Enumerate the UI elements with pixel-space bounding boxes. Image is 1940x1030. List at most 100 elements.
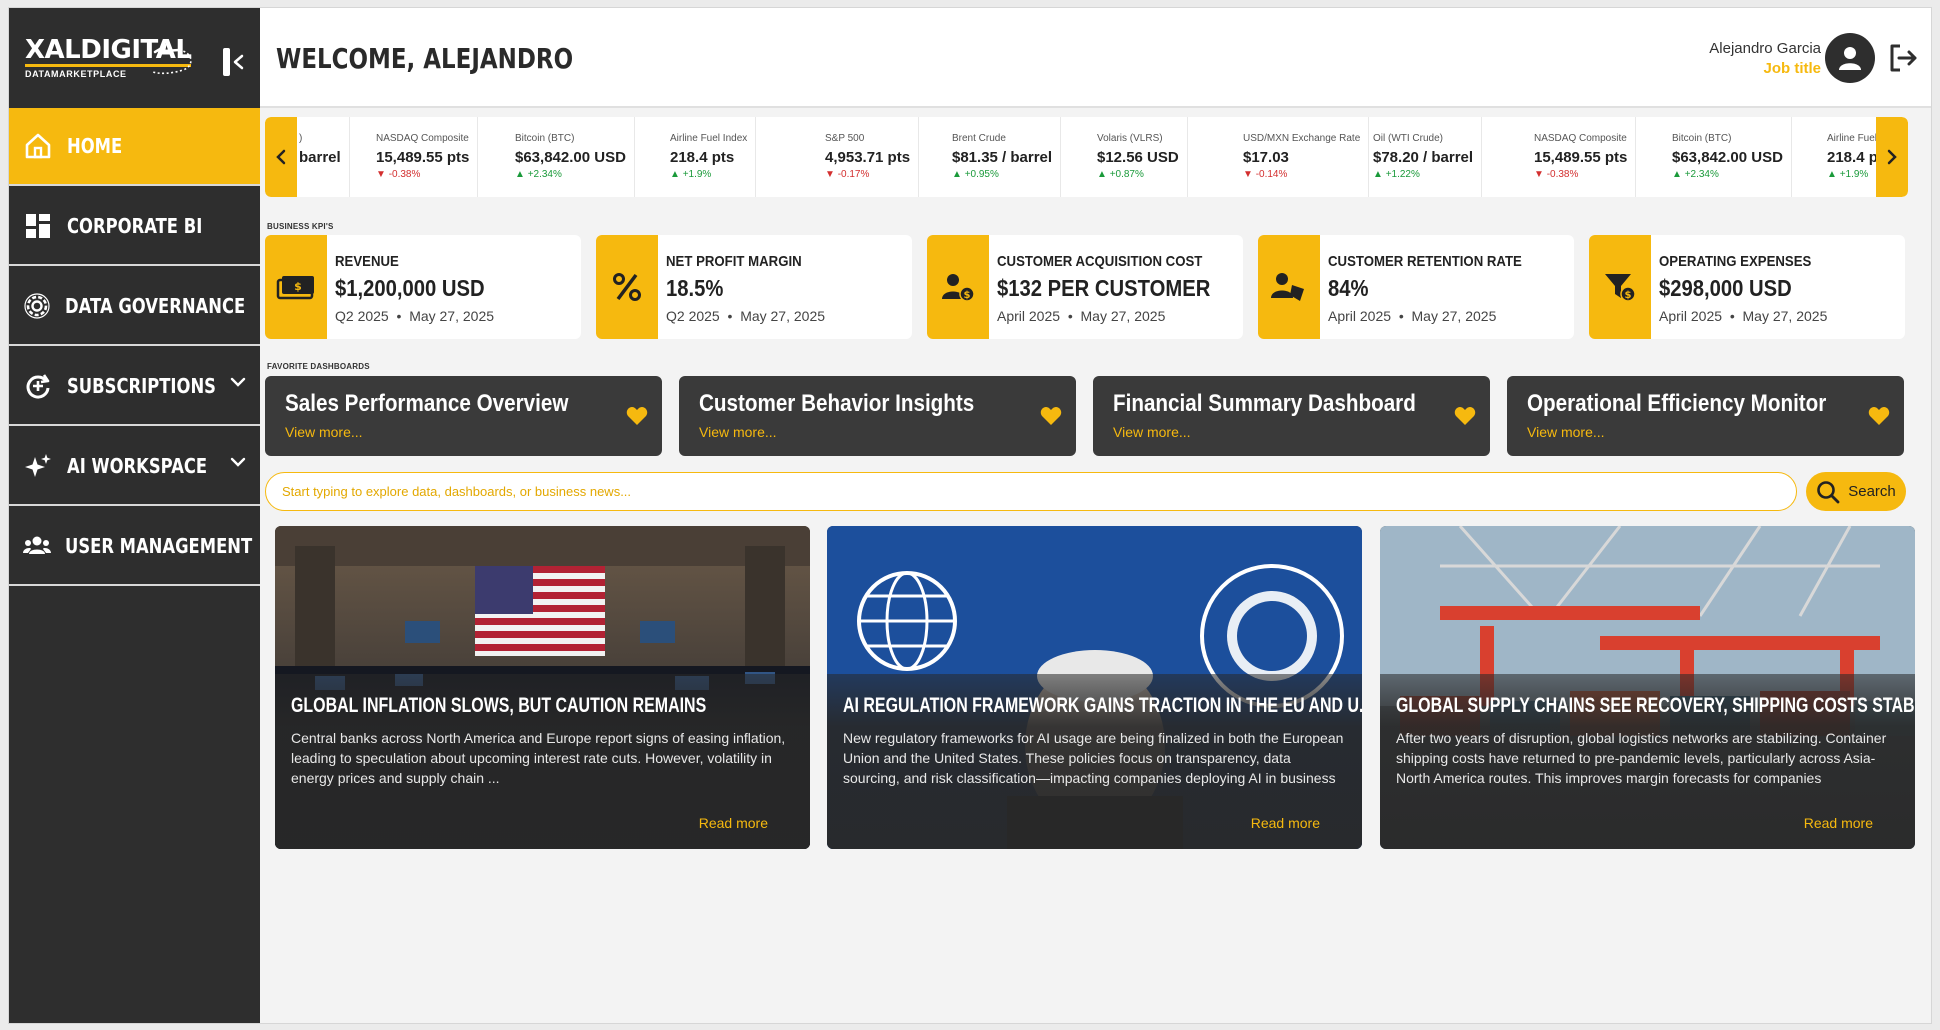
chevron-down-icon[interactable] bbox=[230, 376, 246, 388]
sidebar-item-corporate-bi[interactable]: CORPORATE BI bbox=[9, 188, 260, 266]
sidebar-item-home[interactable]: HOME bbox=[9, 108, 260, 186]
arrow-down-icon: ▼ bbox=[1534, 169, 1547, 180]
kpi-title: CUSTOMER ACQUISITION COST bbox=[997, 253, 1203, 270]
sidebar-item-label: DATA GOVERNANCE bbox=[65, 294, 246, 318]
kpi-date: April 2025 • May 27, 2025 bbox=[1659, 308, 1828, 324]
dashboards-section-label: FAVORITE DASHBOARDS bbox=[267, 362, 370, 371]
search-icon bbox=[1817, 480, 1840, 503]
svg-text:$: $ bbox=[964, 290, 971, 301]
view-more-link[interactable]: View more... bbox=[285, 424, 363, 440]
governance-gear-icon bbox=[23, 291, 51, 321]
read-more-link[interactable]: Read more bbox=[1251, 815, 1320, 831]
ticker-change: ▲ +1.9% bbox=[670, 169, 747, 180]
view-more-link[interactable]: View more... bbox=[699, 424, 777, 440]
arrow-up-icon: ▲ bbox=[1672, 169, 1685, 180]
search-button-label: Search bbox=[1848, 483, 1896, 500]
kpi-date: Q2 2025 • May 27, 2025 bbox=[666, 308, 826, 324]
ticker-change-value: +2.34% bbox=[1684, 169, 1719, 180]
dashboard-card-customer-behavior[interactable]: Customer Behavior Insights View more... bbox=[679, 376, 1076, 456]
kpi-value: 84% bbox=[1328, 275, 1369, 301]
ticker-item[interactable]: Bitcoin (BTC) $63,842.00 USD ▲ +2.34% bbox=[1652, 117, 1792, 197]
ticker-change: ▲ +0.87% bbox=[1097, 169, 1179, 180]
ticker-item[interactable]: NASDAQ Composite 15,489.55 pts ▼ -0.38% bbox=[1514, 117, 1637, 197]
logo-swoosh-icon bbox=[152, 43, 192, 75]
ticker-item[interactable]: Bitcoin (BTC) $63,842.00 USD ▲ +2.34% bbox=[495, 117, 635, 197]
ticker-value: 15,489.55 pts bbox=[1534, 149, 1628, 166]
ticker-item[interactable]: USD/MXN Exchange Rate $17.03 ▼ -0.14% bbox=[1223, 117, 1370, 197]
ticker-value: $17.03 bbox=[1243, 149, 1289, 166]
kpi-value: $298,000 USD bbox=[1659, 275, 1792, 301]
ticker-name: Bitcoin (BTC) bbox=[515, 133, 575, 144]
favorite-heart-icon[interactable] bbox=[1454, 406, 1476, 426]
sidebar-item-user-management[interactable]: USER MANAGEMENT bbox=[9, 508, 260, 586]
kpi-date: April 2025 • May 27, 2025 bbox=[997, 308, 1166, 324]
avatar[interactable] bbox=[1825, 33, 1875, 83]
news-card-supply-chains[interactable]: GLOBAL SUPPLY CHAINS SEE RECOVERY, SHIPP… bbox=[1380, 526, 1915, 849]
ticker-value: 4,953.71 pts bbox=[825, 149, 911, 166]
kpi-title: NET PROFIT MARGIN bbox=[666, 253, 802, 270]
dashboard-card-financial-summary[interactable]: Financial Summary Dashboard View more... bbox=[1093, 376, 1490, 456]
sidebar-item-data-governance[interactable]: DATA GOVERNANCE bbox=[9, 268, 260, 346]
ticker-value: $81.35 / barrel bbox=[952, 149, 1053, 166]
favorite-heart-icon[interactable] bbox=[626, 406, 648, 426]
sidebar-item-label: SUBSCRIPTIONS bbox=[67, 374, 216, 398]
arrow-up-icon: ▲ bbox=[952, 169, 965, 180]
view-more-link[interactable]: View more... bbox=[1113, 424, 1191, 440]
kpi-card-operating-expenses[interactable]: $ OPERATING EXPENSES $298,000 USD April … bbox=[1589, 235, 1905, 339]
ticker-name: USD/MXN Exchange Rate bbox=[1243, 133, 1361, 144]
arrow-down-icon: ▼ bbox=[1243, 169, 1256, 180]
arrow-up-icon: ▲ bbox=[670, 169, 683, 180]
view-more-link[interactable]: View more... bbox=[1527, 424, 1605, 440]
search-button[interactable]: Search bbox=[1806, 472, 1906, 511]
ticker-prev-button[interactable] bbox=[265, 117, 297, 197]
logout-icon[interactable] bbox=[1887, 42, 1919, 74]
user-shield-icon bbox=[1258, 235, 1320, 339]
ticker-change-value: +2.34% bbox=[527, 169, 562, 180]
kpi-card-revenue[interactable]: $ REVENUE $1,200,000 USD Q2 2025 • May 2… bbox=[265, 235, 581, 339]
kpi-card-net-profit-margin[interactable]: NET PROFIT MARGIN 18.5% Q2 2025 • May 27… bbox=[596, 235, 912, 339]
ticker-change-value: +0.95% bbox=[964, 169, 999, 180]
ticker-value: $12.56 USD bbox=[1097, 149, 1179, 166]
ticker-name: Bitcoin (BTC) bbox=[1672, 133, 1732, 144]
read-more-link[interactable]: Read more bbox=[699, 815, 768, 831]
news-card-ai-regulation[interactable]: AI REGULATION FRAMEWORK GAINS TRACTION I… bbox=[827, 526, 1362, 849]
ticker-item[interactable]: NASDAQ Composite 15,489.55 pts ▼ -0.38% bbox=[356, 117, 479, 197]
ticker-change-value: +1.9% bbox=[682, 169, 712, 180]
ticker-name: NASDAQ Composite bbox=[1534, 133, 1627, 144]
sidebar-item-ai-workspace[interactable]: AI WORKSPACE bbox=[9, 428, 260, 506]
news-card-inflation[interactable]: GLOBAL INFLATION SLOWS, BUT CAUTION REMA… bbox=[275, 526, 810, 849]
user-role: Job title bbox=[1763, 60, 1821, 77]
ticker-change: ▲ +0.95% bbox=[952, 169, 1052, 180]
news-title: AI REGULATION FRAMEWORK GAINS TRACTION I… bbox=[843, 694, 1362, 717]
ticker-item[interactable]: S&P 500 4,953.71 pts ▼ -0.17% bbox=[805, 117, 920, 197]
chevron-down-icon[interactable] bbox=[230, 456, 246, 468]
search-input[interactable] bbox=[265, 472, 1797, 511]
kpi-updated: May 27, 2025 bbox=[1080, 308, 1166, 324]
ticker-next-button[interactable] bbox=[1876, 117, 1908, 197]
dashboard-card-sales-performance[interactable]: Sales Performance Overview View more... bbox=[265, 376, 662, 456]
favorite-heart-icon[interactable] bbox=[1868, 406, 1890, 426]
kpi-title: CUSTOMER RETENTION RATE bbox=[1328, 253, 1522, 270]
sidebar-item-label: HOME bbox=[67, 134, 123, 158]
ticker-change: ▼ -0.17% bbox=[825, 169, 910, 180]
news-summary: New regulatory frameworks for AI usage a… bbox=[843, 730, 1344, 786]
arrow-up-icon: ▲ bbox=[1097, 169, 1110, 180]
percent-icon bbox=[596, 235, 658, 339]
ticker-item[interactable]: Airline Fuel Index 218.4 pts ▲ +1.9% bbox=[650, 117, 757, 197]
ticker-item[interactable]: Brent Crude $81.35 / barrel ▲ +0.95% bbox=[932, 117, 1062, 197]
collapse-sidebar-button[interactable] bbox=[221, 46, 247, 78]
read-more-link[interactable]: Read more bbox=[1804, 815, 1873, 831]
dashboard-card-operational-efficiency[interactable]: Operational Efficiency Monitor View more… bbox=[1507, 376, 1904, 456]
sidebar-item-subscriptions[interactable]: SUBSCRIPTIONS bbox=[9, 348, 260, 426]
user-cost-icon: $ bbox=[927, 235, 989, 339]
favorite-heart-icon[interactable] bbox=[1040, 406, 1062, 426]
ticker-change-value: -0.38% bbox=[1546, 169, 1579, 180]
kpi-date: April 2025 • May 27, 2025 bbox=[1328, 308, 1497, 324]
ticker-name: Brent Crude bbox=[952, 133, 1006, 144]
ticker-name: ) bbox=[299, 133, 303, 144]
ticker-item[interactable]: Oil (WTI Crude) $78.20 / barrel ▲ +1.22% bbox=[1353, 117, 1483, 197]
dashboard-title: Customer Behavior Insights bbox=[699, 390, 975, 417]
kpi-card-customer-retention-rate[interactable]: CUSTOMER RETENTION RATE 84% April 2025 •… bbox=[1258, 235, 1574, 339]
ticker-item[interactable]: Volaris (VLRS) $12.56 USD ▲ +0.87% bbox=[1077, 117, 1188, 197]
kpi-card-customer-acquisition-cost[interactable]: $ CUSTOMER ACQUISITION COST $132 PER CUS… bbox=[927, 235, 1243, 339]
